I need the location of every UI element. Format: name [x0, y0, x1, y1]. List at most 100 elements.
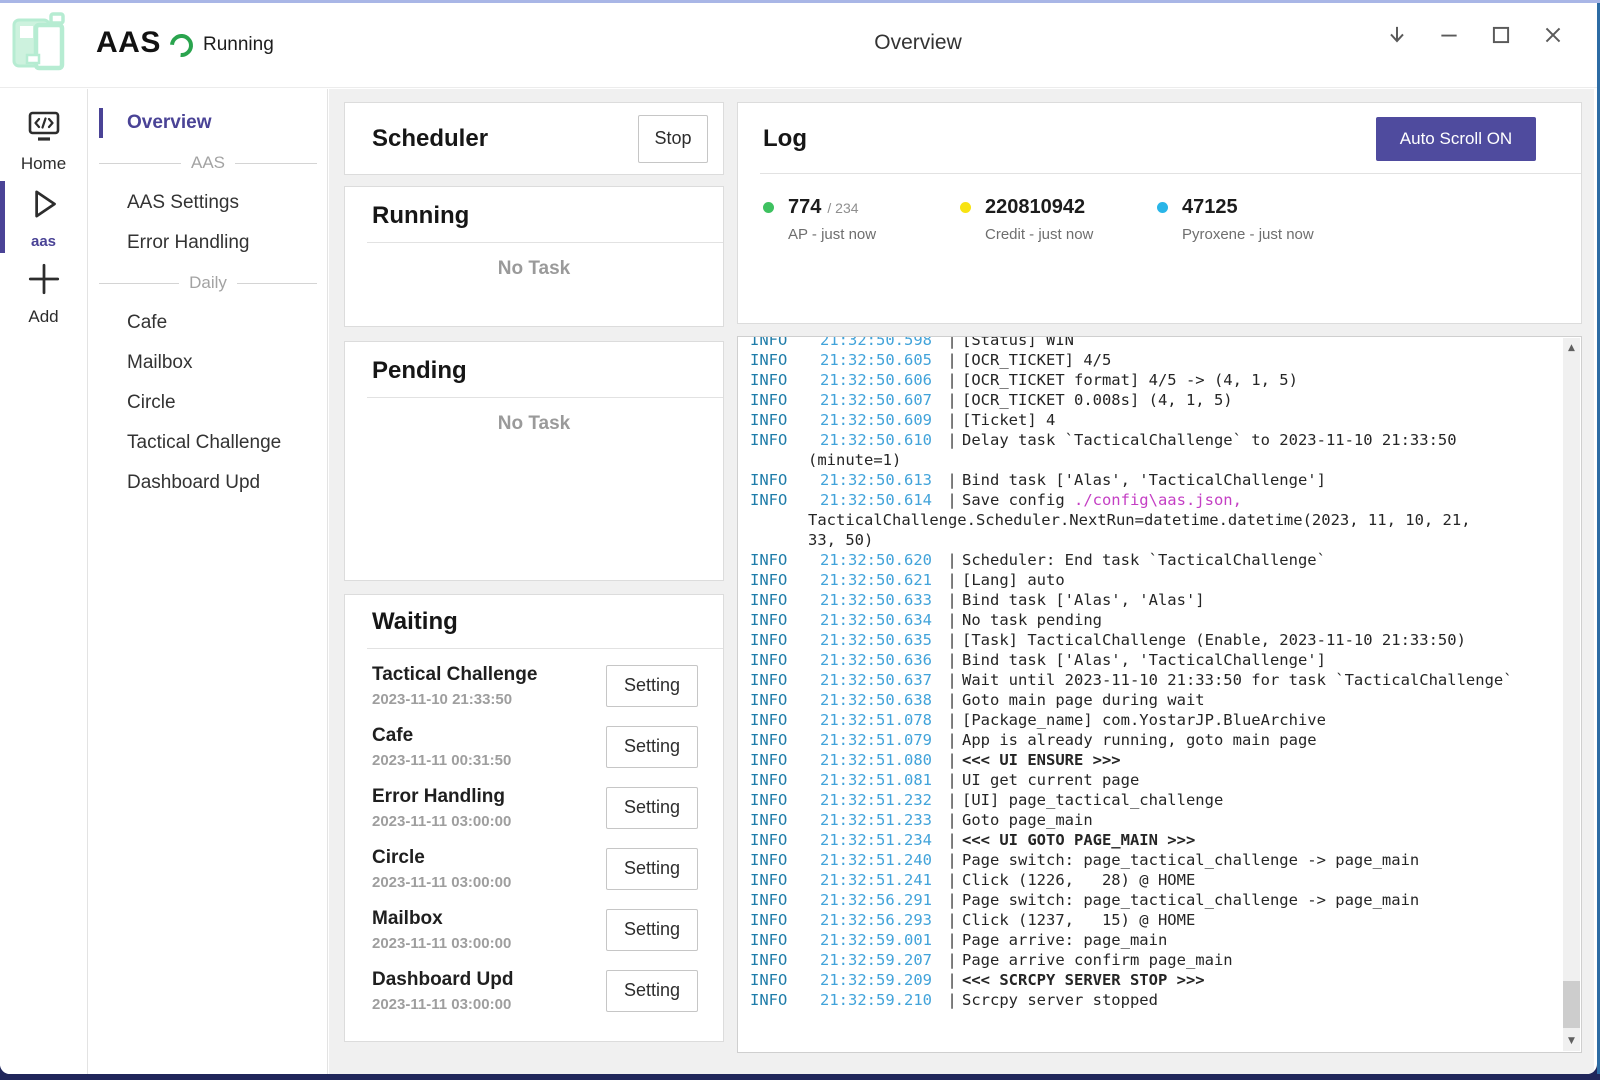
log-message: Scheduler: End task `TacticalChallenge` — [962, 550, 1326, 570]
log-timestamp: 21:32:51.241 — [820, 870, 942, 890]
nav-item-circle[interactable]: Circle — [89, 383, 327, 423]
log-message: Bind task ['Alas', 'Alas'] — [962, 590, 1205, 610]
log-console[interactable]: INFO21:32:50.598|[Status] WININFO21:32:5… — [737, 336, 1582, 1053]
log-level: INFO — [750, 370, 820, 390]
stat-value: 220810942 — [985, 196, 1085, 219]
log-timestamp: 21:32:50.621 — [820, 570, 942, 590]
auto-scroll-button[interactable]: Auto Scroll ON — [1376, 117, 1536, 161]
scrollbar-thumb[interactable] — [1563, 981, 1580, 1028]
log-line: INFO21:32:50.613|Bind task ['Alas', 'Tac… — [750, 470, 1581, 490]
waiting-task-time: 2023-11-11 03:00:00 — [372, 996, 606, 1013]
setting-button-tactical-challenge[interactable]: Setting — [606, 665, 698, 707]
stat-ap: 774/ 234AP - just now — [763, 196, 960, 243]
log-timestamp: 21:32:50.606 — [820, 370, 942, 390]
log-message: App is already running, goto main page — [962, 730, 1317, 750]
minimize-button[interactable] — [1423, 15, 1475, 57]
rail-item-label: Add — [28, 307, 58, 327]
stat-value: 47125 — [1182, 196, 1238, 219]
nav-item-dashboard-upd[interactable]: Dashboard Upd — [89, 463, 327, 503]
log-line: INFO21:32:50.605|[OCR_TICKET] 4/5 — [750, 350, 1581, 370]
log-line: INFO21:32:50.635|[Task] TacticalChalleng… — [750, 630, 1581, 650]
resource-stats: 774/ 234AP - just now220810942Credit - j… — [738, 196, 1581, 243]
log-line: INFO21:32:51.240|Page switch: page_tacti… — [750, 850, 1581, 870]
nav-item-mailbox[interactable]: Mailbox — [89, 343, 327, 383]
log-separator: | — [942, 730, 962, 750]
scrollbar-down-arrow-icon[interactable]: ▼ — [1563, 1033, 1580, 1049]
setting-button-cafe[interactable]: Setting — [606, 726, 698, 768]
app-name: AAS — [96, 26, 161, 60]
waiting-item-error-handling: Error Handling2023-11-11 03:00:00Setting — [345, 777, 723, 838]
setting-button-dashboard-upd[interactable]: Setting — [606, 970, 698, 1012]
rail-item-label: aas — [31, 233, 56, 250]
waiting-item-mailbox: Mailbox2023-11-11 03:00:00Setting — [345, 899, 723, 960]
log-line: INFO21:32:50.638|Goto main page during w… — [750, 690, 1581, 710]
log-level: INFO — [750, 550, 820, 570]
nav-group-label: Daily — [179, 273, 237, 293]
waiting-item-info: Dashboard Upd2023-11-11 03:00:00 — [372, 969, 606, 1013]
setting-button-mailbox[interactable]: Setting — [606, 909, 698, 951]
log-level: INFO — [750, 830, 820, 850]
log-line: INFO21:32:50.620|Scheduler: End task `Ta… — [750, 550, 1581, 570]
log-separator: | — [942, 336, 962, 350]
divider-line — [235, 163, 317, 164]
maximize-button[interactable] — [1475, 15, 1527, 57]
log-level: INFO — [750, 610, 820, 630]
setting-button-circle[interactable]: Setting — [606, 848, 698, 890]
log-timestamp: 21:32:59.210 — [820, 990, 942, 1010]
log-line: INFO21:32:51.241|Click (1226, 28) @ HOME — [750, 870, 1581, 890]
nav-item-label: Tactical Challenge — [127, 432, 281, 454]
rail-item-add[interactable]: Add — [0, 257, 87, 329]
divider-line — [99, 163, 181, 164]
rail-item-aas[interactable]: aas — [0, 181, 87, 253]
nav-item-overview[interactable]: Overview — [89, 103, 327, 143]
log-timestamp: 21:32:50.637 — [820, 670, 942, 690]
waiting-item-tactical-challenge: Tactical Challenge2023-11-10 21:33:50Set… — [345, 655, 723, 716]
log-message: Bind task ['Alas', 'TacticalChallenge'] — [962, 470, 1326, 490]
nav-item-aas-settings[interactable]: AAS Settings — [89, 183, 327, 223]
log-line: INFO21:32:50.607|[OCR_TICKET 0.008s] (4,… — [750, 390, 1581, 410]
waiting-task-time: 2023-11-10 21:33:50 — [372, 691, 606, 708]
app-window: AAS Running Overview — [0, 3, 1597, 1074]
divider — [367, 397, 723, 398]
waiting-task-time: 2023-11-11 03:00:00 — [372, 874, 606, 891]
stat-value-row: 774/ 234 — [763, 196, 960, 219]
minimize-icon — [1437, 23, 1461, 50]
divider — [760, 173, 1581, 174]
log-separator: | — [942, 890, 962, 910]
log-level: INFO — [750, 630, 820, 650]
setting-button-error-handling[interactable]: Setting — [606, 787, 698, 829]
stop-button[interactable]: Stop — [638, 115, 708, 163]
nav-item-error-handling[interactable]: Error Handling — [89, 223, 327, 263]
stat-credit: 220810942Credit - just now — [960, 196, 1157, 243]
log-line: INFO21:32:50.610|Delay task `TacticalCha… — [750, 430, 1581, 450]
log-line: INFO21:32:51.078|[Package_name] com.Yost… — [750, 710, 1581, 730]
log-timestamp: 21:32:50.613 — [820, 470, 942, 490]
nav-item-tactical-challenge[interactable]: Tactical Challenge — [89, 423, 327, 463]
scrollbar-up-arrow-icon[interactable]: ▲ — [1563, 340, 1580, 356]
log-timestamp: 21:32:51.234 — [820, 830, 942, 850]
log-line-continuation: TacticalChallenge.Scheduler.NextRun=date… — [750, 510, 1581, 530]
log-line: INFO21:32:50.598|[Status] WIN — [750, 336, 1581, 350]
maximize-icon — [1489, 23, 1513, 50]
log-separator: | — [942, 550, 962, 570]
log-timestamp: 21:32:59.207 — [820, 950, 942, 970]
waiting-title: Waiting — [372, 608, 723, 636]
rail-item-home[interactable]: Home — [0, 105, 87, 177]
screen: AAS Running Overview — [0, 0, 1600, 1080]
log-scrollbar[interactable]: ▲ ▼ — [1563, 338, 1580, 1051]
log-separator: | — [942, 410, 962, 430]
titlebar: AAS Running Overview — [0, 3, 1597, 88]
icon-rail: Home aas Add — [0, 89, 88, 1074]
log-timestamp: 21:32:56.291 — [820, 890, 942, 910]
nav-item-cafe[interactable]: Cafe — [89, 303, 327, 343]
log-separator: | — [942, 670, 962, 690]
log-message: [Lang] auto — [962, 570, 1065, 590]
log-separator: | — [942, 470, 962, 490]
waiting-card: Waiting Tactical Challenge2023-11-10 21:… — [344, 594, 724, 1042]
close-button[interactable] — [1527, 15, 1579, 57]
log-line: INFO21:32:50.636|Bind task ['Alas', 'Tac… — [750, 650, 1581, 670]
log-line: INFO21:32:50.637|Wait until 2023-11-10 2… — [750, 670, 1581, 690]
waiting-task-name: Error Handling — [372, 786, 606, 808]
update-button[interactable] — [1371, 15, 1423, 57]
log-message: <<< SCRCPY SERVER STOP >>> — [962, 970, 1205, 990]
